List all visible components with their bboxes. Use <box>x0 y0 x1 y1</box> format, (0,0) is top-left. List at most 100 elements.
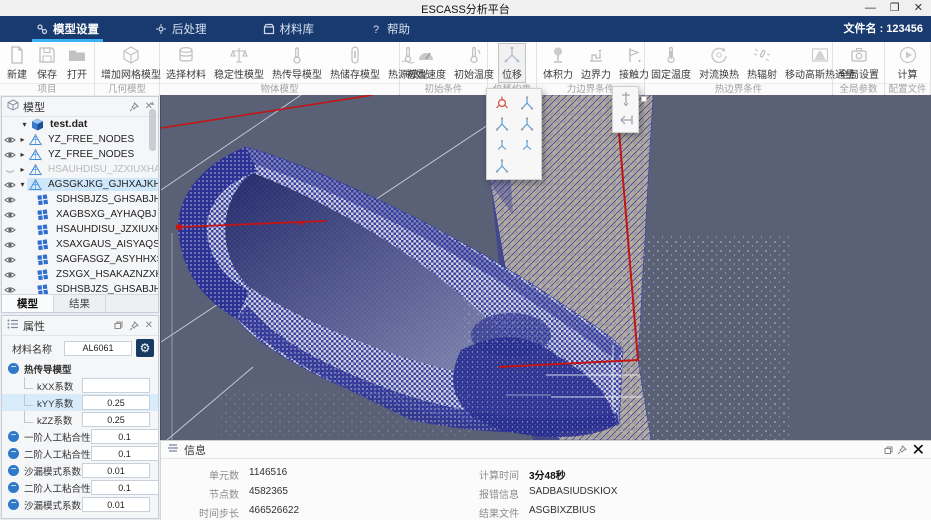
eye-off-icon[interactable] <box>2 165 18 175</box>
expand-caret-icon[interactable]: ▾ <box>20 120 29 129</box>
eye-icon[interactable] <box>2 195 18 205</box>
compute-button[interactable]: 计算 <box>894 43 922 83</box>
property-input[interactable]: 0.01 <box>82 463 150 478</box>
eye-icon[interactable] <box>2 225 18 235</box>
eye-icon[interactable] <box>2 135 18 145</box>
convection-button[interactable]: 对流换热 <box>695 43 743 83</box>
expand-caret-icon[interactable]: ▸ <box>18 165 27 174</box>
tree-item[interactable]: SDHSBJZS_GHSABJHB_ZAHU <box>2 192 158 207</box>
tripod-constraint-icon[interactable] <box>493 157 511 175</box>
minimize-window-button[interactable]: — <box>865 1 876 15</box>
tree-item-label: HSAUHDISU_JZXIUXHAHX <box>56 224 158 235</box>
arrow-left-constraint-icon[interactable] <box>617 111 635 129</box>
tree-item[interactable]: SDHSBJZS_GHSABJHB_ZAHU <box>2 282 158 294</box>
property-input[interactable] <box>82 378 150 393</box>
tree-item-label: SDHSBJZS_GHSABJHB_ZAHU <box>56 194 158 205</box>
tree-item[interactable]: ▾ test.dat <box>2 117 158 132</box>
select-material-button[interactable]: 选择材料 <box>162 43 210 83</box>
global-settings-button[interactable]: 全局设置 <box>835 43 883 83</box>
tree-item[interactable]: ▸ YZ_FREE_NODES <box>2 132 158 147</box>
pin-icon[interactable] <box>129 101 139 112</box>
material-gear-button[interactable]: ⚙ <box>136 339 154 357</box>
add-mesh-model-button[interactable]: 增加网格模型 <box>97 43 165 83</box>
eye-icon[interactable] <box>2 255 18 265</box>
expand-caret-icon[interactable]: ▸ <box>18 150 27 159</box>
eye-icon[interactable] <box>2 285 18 295</box>
open-button[interactable]: 打开 <box>63 43 91 83</box>
tripod-small-icon[interactable] <box>493 136 511 154</box>
tripod-constraint-icon[interactable] <box>518 94 536 112</box>
tree-item[interactable]: ZSXGX_HSAKAZNZXK_AHASX <box>2 267 158 282</box>
close-window-button[interactable]: ✕ <box>914 1 923 15</box>
radiation-button[interactable]: 热辐射 <box>743 43 781 83</box>
tree-item-label: XAGBSXG_AYHAQBJ <box>56 209 157 220</box>
tree-item[interactable]: XAGBSXG_AYHAQBJ <box>2 207 158 222</box>
stability-model-button[interactable]: 稳定性模型 <box>210 43 268 83</box>
expand-caret-icon[interactable]: ▸ <box>18 135 27 144</box>
tree-item[interactable]: ▸ HSAUHDISU_JZXIUXHAHX <box>2 162 158 177</box>
displacement-button[interactable]: 位移 <box>498 43 526 83</box>
property-input[interactable]: 0.01 <box>82 497 150 512</box>
material-name-input[interactable]: AL6061 <box>64 340 132 356</box>
tripod-small-icon[interactable] <box>518 136 536 154</box>
initial-velocity-button[interactable]: 初始速度 <box>402 43 450 83</box>
property-input[interactable]: 0.1 <box>90 446 159 461</box>
tree-item[interactable]: HSAUHDISU_JZXIUXHAHX <box>2 222 158 237</box>
body-force-button[interactable]: 体积力 <box>539 43 577 83</box>
property-input[interactable]: 0.1 <box>90 480 159 495</box>
tree-item[interactable]: ▾ AGSGKJKG_GJHXAJKHXA <box>2 177 158 192</box>
tab-post-processing[interactable]: 后处理 <box>149 16 213 42</box>
eye-icon[interactable] <box>2 180 18 190</box>
new-file-button[interactable]: 新建 <box>3 43 31 83</box>
collapse-minus-icon[interactable]: − <box>8 363 19 374</box>
viewport-3d[interactable] <box>160 95 931 440</box>
property-input[interactable]: 0.25 <box>82 412 150 427</box>
collapse-minus-icon[interactable]: − <box>8 448 19 459</box>
tree-item[interactable]: ▸ YZ_FREE_NODES <box>2 147 158 162</box>
tripod-constraint-icon[interactable] <box>518 115 536 133</box>
root-icon <box>30 118 44 131</box>
save-button[interactable]: 保存 <box>33 43 61 83</box>
title-bar: ESCASS分析平台 — ❐ ✕ <box>0 0 931 16</box>
body-force-icon <box>548 45 568 65</box>
property-input[interactable]: 0.1 <box>90 429 159 444</box>
collapse-minus-icon[interactable]: − <box>8 431 19 442</box>
tab-help[interactable]: ? 帮助 <box>364 16 416 42</box>
restore-window-button[interactable]: ❐ <box>890 1 900 15</box>
fixed-axes-red-icon[interactable] <box>493 94 511 112</box>
close-icon[interactable]: ✕ <box>912 442 925 459</box>
button-label: 初始速度 <box>406 70 446 81</box>
pin-icon[interactable] <box>897 442 908 459</box>
expand-caret-icon[interactable]: ▾ <box>18 180 27 189</box>
restore-icon[interactable] <box>884 442 893 459</box>
open-folder-icon <box>67 45 87 65</box>
tripod-constraint-icon[interactable] <box>493 115 511 133</box>
fixed-temperature-button[interactable]: 固定温度 <box>647 43 695 83</box>
restore-icon[interactable] <box>114 321 123 330</box>
collapse-minus-icon[interactable]: − <box>8 482 19 493</box>
boundary-force-button[interactable]: 边界力 <box>577 43 615 83</box>
panel-tab-inactive[interactable]: 结果 <box>54 295 106 312</box>
tab-material-library[interactable]: 材料库 <box>257 16 321 42</box>
tree-item[interactable]: XSAXGAUS_AISYAQSH_ASHX <box>2 237 158 252</box>
tab-model-settings[interactable]: 模型设置 <box>30 16 105 42</box>
pin-constraint-icon[interactable] <box>617 90 635 108</box>
material-row: 材料名称 AL6061 ⚙ <box>2 336 158 360</box>
property-input[interactable]: 0.25 <box>82 395 150 410</box>
left-sidebar: 模型 ✕ ▾ test.dat ▸ YZ_FREE_NODES ▸ YZ_FREE_NOD… <box>0 95 160 520</box>
heat-storage-model-button[interactable]: 热储存模型 <box>326 43 384 83</box>
tree-scrollbar[interactable]: ▴▾ <box>148 99 157 310</box>
scroll-thumb[interactable] <box>149 109 156 151</box>
pin-icon[interactable] <box>129 320 139 331</box>
eye-icon[interactable] <box>2 240 18 250</box>
close-icon[interactable]: ✕ <box>145 320 153 331</box>
panel-tab-active[interactable]: 模型 <box>2 295 54 312</box>
collapse-minus-icon[interactable]: − <box>8 465 19 476</box>
tree-item[interactable]: SAGFASGZ_ASYHHXSN <box>2 252 158 267</box>
eye-icon[interactable] <box>2 270 18 280</box>
conduction-model-button[interactable]: 热传导模型 <box>268 43 326 83</box>
collapse-minus-icon[interactable]: − <box>8 499 19 510</box>
eye-icon[interactable] <box>2 150 18 160</box>
info-fields: 单元数 1146516 计算时间 3分48秒 节点数 4582365 报错信息 SADBASI… <box>161 459 931 520</box>
eye-icon[interactable] <box>2 210 18 220</box>
